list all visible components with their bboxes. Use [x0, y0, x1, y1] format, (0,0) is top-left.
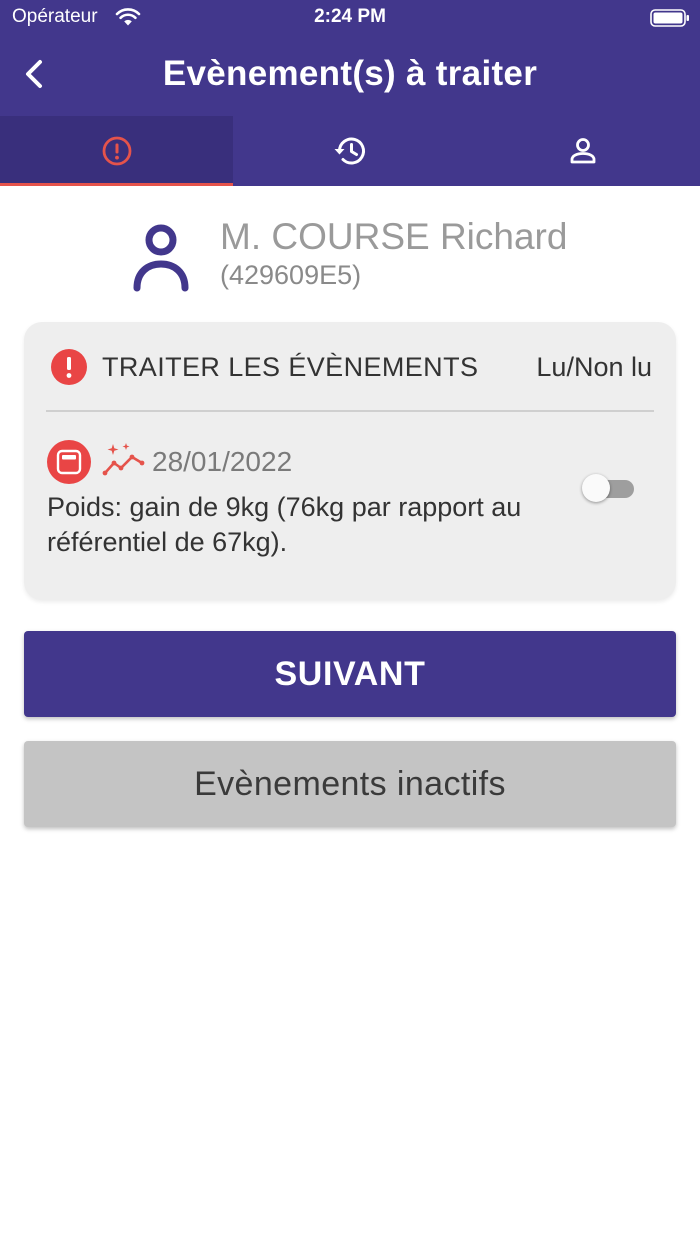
app-header: Opérateur 2:24 PM Evènement(s) à traiter	[0, 0, 700, 186]
alert-circle-icon	[102, 136, 132, 166]
status-time: 2:24 PM	[314, 6, 386, 27]
tab-history[interactable]	[233, 116, 466, 186]
history-icon	[334, 137, 365, 165]
trend-sparkle-icon	[102, 443, 145, 476]
patient-header: M. COURSE Richard (429609E5)	[130, 214, 590, 304]
event-date: 28/01/2022	[152, 446, 293, 477]
battery-icon	[650, 9, 689, 27]
inactive-events-button[interactable]: Evènements inactifs	[24, 741, 676, 827]
patient-id: (429609E5)	[220, 260, 362, 290]
patient-avatar-icon	[133, 224, 189, 292]
event-description: Poids: gain de 9kg (76kg par rapport au …	[47, 492, 522, 557]
tab-patient-profile[interactable]	[467, 116, 700, 186]
patient-name: M. COURSE Richard	[220, 216, 568, 257]
person-icon	[570, 138, 596, 164]
scale-icon	[47, 440, 91, 484]
card-title: TRAITER LES ÉVÈNEMENTS	[102, 352, 479, 382]
events-card: TRAITER LES ÉVÈNEMENTS Lu/Non lu 28/01/2…	[24, 322, 676, 600]
status-bar: Opérateur 2:24 PM	[0, 0, 700, 36]
read-toggle[interactable]	[582, 472, 636, 502]
divider	[46, 410, 654, 412]
page-title: Evènement(s) à traiter	[162, 54, 538, 93]
read-unread-label: Lu/Non lu	[536, 352, 652, 382]
next-button[interactable]: SUIVANT	[24, 631, 676, 717]
toggle-thumb	[582, 474, 610, 502]
alert-filled-icon	[51, 349, 87, 385]
tab-events-to-process[interactable]	[0, 116, 234, 186]
tab-bar	[0, 116, 700, 186]
navigation-bar: Evènement(s) à traiter	[0, 40, 700, 116]
